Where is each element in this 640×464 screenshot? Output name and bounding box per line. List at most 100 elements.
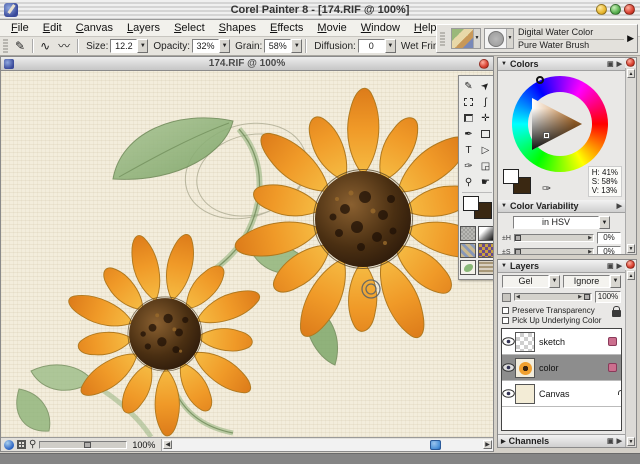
- variability-h-slider[interactable]: ▶: [514, 234, 594, 242]
- menu-file[interactable]: File: [4, 21, 36, 35]
- layer-row-color[interactable]: color: [502, 355, 621, 381]
- minimize-button[interactable]: [596, 4, 607, 15]
- variability-expander-icon[interactable]: ▼: [501, 203, 507, 209]
- layers-scroll-up-icon[interactable]: ▲: [627, 271, 635, 280]
- menu-select[interactable]: Select: [167, 21, 212, 35]
- grabber-tool[interactable]: ☛: [477, 174, 493, 190]
- size-dropdown-icon[interactable]: ▼: [137, 39, 148, 53]
- panel-dropper-icon[interactable]: ✑: [542, 182, 551, 195]
- brush-selector-grip[interactable]: [440, 32, 445, 46]
- layers-dock-icon[interactable]: ▣: [607, 262, 614, 270]
- channels-dock-icon[interactable]: ▣: [607, 437, 614, 445]
- colors-dock-icon[interactable]: ▣: [607, 60, 614, 68]
- colors-group-close-button[interactable]: [626, 58, 635, 67]
- layers-panel-header[interactable]: ▼ Layers ▣ ▶: [498, 260, 625, 273]
- opacity-field[interactable]: 32%: [192, 39, 219, 53]
- paint-bucket-tool[interactable]: ◲: [477, 158, 493, 174]
- channels-menu-icon[interactable]: ▶: [617, 437, 622, 445]
- painting-canvas[interactable]: ✎ ➤ ʃ ✛ ✒ T ▷ ✑ ◲ ⚲ ☛: [1, 71, 493, 437]
- layers-scroll-down-icon[interactable]: ▼: [627, 437, 635, 446]
- pen-tool[interactable]: ✒: [460, 126, 477, 142]
- brush-category-button[interactable]: ▼: [451, 28, 481, 49]
- colors-menu-icon[interactable]: ▶: [617, 60, 622, 68]
- close-button[interactable]: [624, 4, 635, 15]
- zoom-slider[interactable]: [39, 441, 127, 449]
- colors-group-scrollbar[interactable]: ▲ ▼: [625, 68, 636, 254]
- brush-variant-dropdown-icon[interactable]: ▼: [506, 29, 513, 48]
- colors-panel-header[interactable]: ▼ Colors ▣ ▶: [498, 58, 625, 71]
- nozzle-selector[interactable]: [460, 260, 476, 275]
- draw-straight-lines-button[interactable]: 〰: [54, 39, 74, 53]
- color-wheel[interactable]: ✑ H: 41% S: 58% V: 13%: [498, 71, 625, 183]
- main-color-swatch[interactable]: [463, 196, 479, 211]
- toolbox-color-swatches[interactable]: [462, 192, 492, 222]
- visibility-eye-icon[interactable]: [502, 389, 515, 398]
- brush-variant-name[interactable]: Pure Water Brush: [518, 40, 624, 51]
- document-title-bar[interactable]: 174.RIF @ 100%: [1, 57, 493, 71]
- menu-edit[interactable]: Edit: [36, 21, 69, 35]
- diffusion-field[interactable]: 0: [358, 39, 385, 53]
- diffusion-dropdown-icon[interactable]: ▼: [385, 39, 396, 53]
- size-field[interactable]: 12.2: [110, 39, 137, 53]
- magnifier-tool[interactable]: ⚲: [460, 174, 477, 190]
- colors-expander-icon[interactable]: ▼: [501, 61, 507, 67]
- composite-method-select[interactable]: Gel: [502, 275, 549, 288]
- menu-layers[interactable]: Layers: [120, 21, 167, 35]
- horizontal-scrollbar[interactable]: ◀ ▶: [161, 439, 493, 451]
- rectangular-select-tool[interactable]: [460, 94, 477, 110]
- hue-marker-icon[interactable]: [536, 76, 544, 84]
- rect-shape-tool[interactable]: [477, 126, 493, 142]
- menu-effects[interactable]: Effects: [263, 21, 310, 35]
- composite-method-dropdown-icon[interactable]: ▼: [549, 275, 560, 288]
- pickup-underlying-checkbox[interactable]: [502, 317, 509, 324]
- horizontal-scroll-thumb[interactable]: [430, 440, 441, 450]
- layer-opacity-slider[interactable]: ◀▶: [514, 293, 592, 301]
- draw-freehand-button[interactable]: ∿: [36, 39, 54, 53]
- layer-row-sketch[interactable]: sketch: [502, 329, 621, 355]
- gradient-selector[interactable]: [478, 226, 493, 241]
- crop-tool[interactable]: [460, 110, 477, 126]
- layer-row-canvas[interactable]: Canvas: [502, 381, 621, 407]
- selection-adjuster-tool[interactable]: ✛: [477, 110, 493, 126]
- menu-window[interactable]: Window: [354, 21, 407, 35]
- maximize-button[interactable]: [610, 4, 621, 15]
- brush-selector-flyout-icon[interactable]: ▶: [624, 33, 637, 44]
- preserve-transparency-checkbox[interactable]: [502, 307, 509, 314]
- zoom-slider-thumb[interactable]: [84, 442, 91, 448]
- variability-mode-select[interactable]: in HSV: [513, 216, 599, 229]
- variability-s-slider[interactable]: ▶: [514, 248, 594, 254]
- menu-canvas[interactable]: Canvas: [69, 21, 120, 35]
- layer-opacity-value[interactable]: 100%: [595, 291, 621, 303]
- layers-group-scrollbar[interactable]: ▲ ▼: [625, 270, 636, 447]
- variability-mode-dropdown-icon[interactable]: ▼: [599, 216, 610, 229]
- dropper-tool[interactable]: ✑: [460, 158, 477, 174]
- composite-depth-dropdown-icon[interactable]: ▼: [610, 275, 621, 288]
- layers-group-close-button[interactable]: [626, 260, 635, 269]
- text-tool[interactable]: T: [460, 142, 477, 158]
- layers-expander-icon[interactable]: ▼: [501, 263, 507, 269]
- title-bar[interactable]: Corel Painter 8 - [174.RIF @ 100%]: [0, 0, 640, 20]
- visibility-eye-icon[interactable]: [502, 363, 515, 372]
- scroll-up-icon[interactable]: ▲: [627, 69, 635, 78]
- scroll-left-icon[interactable]: ◀: [163, 440, 172, 449]
- sv-marker-icon[interactable]: [544, 133, 549, 138]
- panel-color-swatches[interactable]: [503, 169, 537, 199]
- grain-dropdown-icon[interactable]: ▼: [291, 39, 302, 53]
- brush-category-dropdown-icon[interactable]: ▼: [473, 29, 480, 48]
- variability-menu-icon[interactable]: ▶: [617, 202, 622, 210]
- pattern-selector[interactable]: [460, 243, 476, 258]
- impasto-icon[interactable]: [17, 440, 26, 449]
- brush-variant-button[interactable]: ▼: [484, 28, 514, 49]
- channels-panel-header[interactable]: ▶ Channels ▣ ▶: [498, 434, 625, 447]
- menu-movie[interactable]: Movie: [310, 21, 353, 35]
- composite-depth-select[interactable]: Ignore: [563, 275, 610, 288]
- preserve-transparency-row[interactable]: Preserve Transparency: [502, 305, 621, 315]
- scroll-down-icon[interactable]: ▼: [627, 244, 635, 253]
- layers-menu-icon[interactable]: ▶: [617, 262, 622, 270]
- scroll-right-icon[interactable]: ▶: [483, 440, 492, 449]
- propbar-grip[interactable]: [3, 39, 8, 53]
- opacity-dropdown-icon[interactable]: ▼: [219, 39, 230, 53]
- panel-main-color-swatch[interactable]: [503, 169, 519, 184]
- variability-s-value[interactable]: 0%: [597, 246, 621, 254]
- menu-shapes[interactable]: Shapes: [212, 21, 263, 35]
